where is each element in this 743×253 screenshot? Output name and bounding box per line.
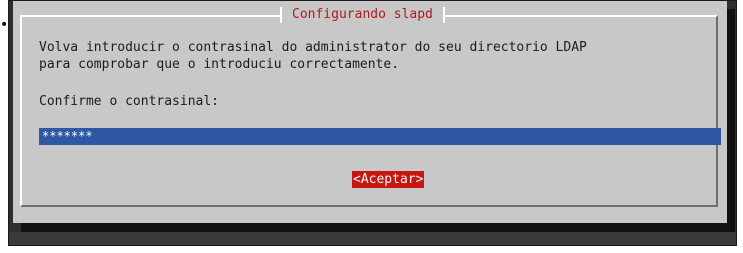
configuration-dialog: Configurando slapd Volva introducir o co… (13, 1, 727, 223)
terminal-screenshot: Configurando slapd Volva introducir o co… (8, 0, 737, 246)
accept-button[interactable]: <Aceptar> (352, 171, 425, 188)
terminal-backdrop (9, 232, 736, 245)
dialog-message-line-2: para comprobar que o introduciu correcta… (39, 57, 400, 72)
password-confirm-label: Confirme o contrasinal: (39, 94, 220, 109)
dialog-message-line-1: Volva introducir o contrasinal do admini… (39, 40, 587, 55)
dialog-shadow-bottom (21, 223, 735, 232)
page: • Configurando slapd Volva introducir o … (0, 0, 743, 253)
password-confirm-field[interactable]: ******* (39, 128, 721, 145)
dialog-shadow-right (727, 9, 735, 231)
dialog-title: Configurando slapd (280, 7, 445, 23)
